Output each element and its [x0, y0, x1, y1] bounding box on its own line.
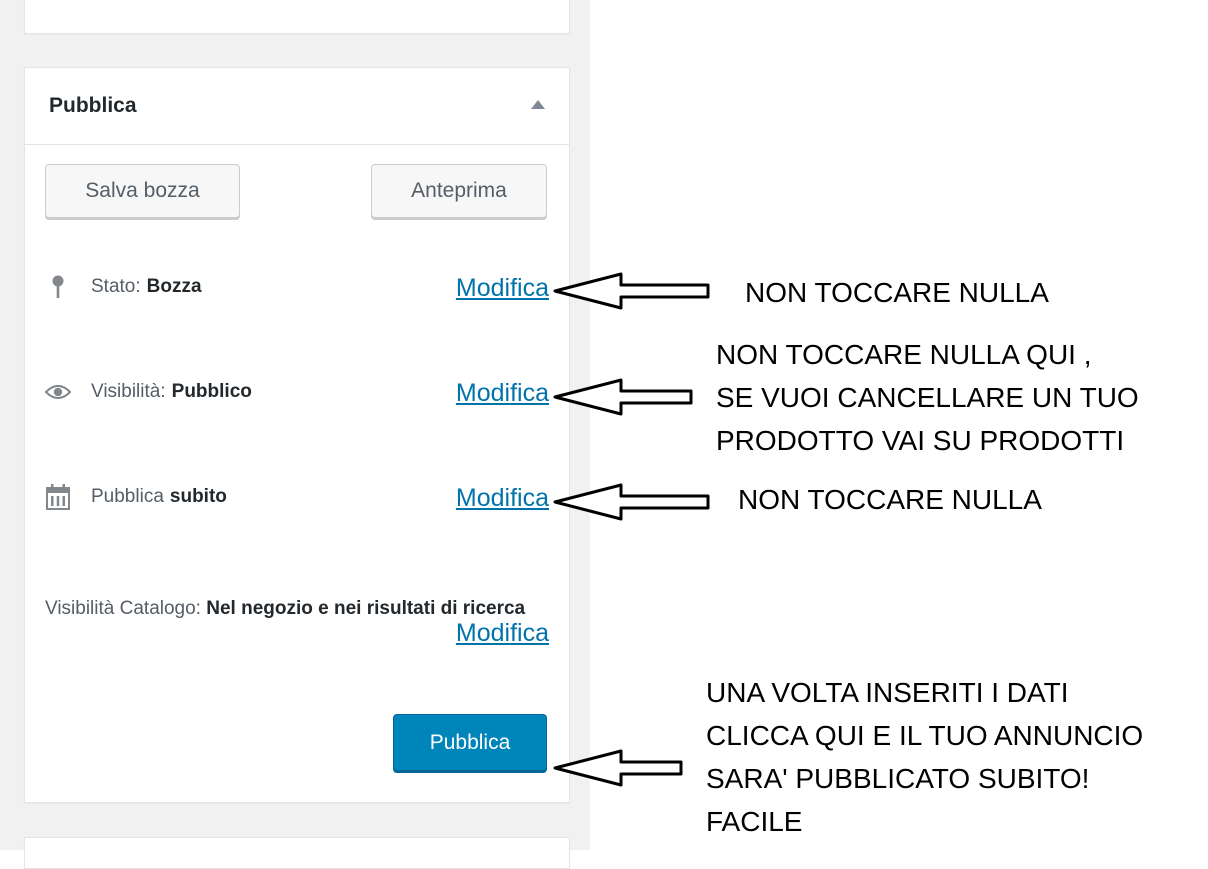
status-label: Stato: — [91, 276, 141, 297]
note-publish-line: UNA VOLTA INSERITI I DATI — [706, 677, 1069, 708]
visibility-row: Visibilità: Pubblico — [45, 379, 252, 405]
note-publish-line: SARA' PUBBLICATO SUBITO! — [706, 763, 1090, 794]
eye-icon — [45, 379, 71, 405]
note-schedule: NON TOCCARE NULLA — [738, 484, 1042, 515]
catalog-visibility-label: Visibilità Catalogo: — [45, 598, 201, 619]
status-row: Stato: Bozza — [45, 274, 202, 300]
next-metabox — [24, 837, 570, 869]
arrow-left-icon — [553, 272, 710, 310]
publish-metabox-header[interactable]: Pubblica — [25, 68, 569, 145]
previous-metabox — [24, 0, 570, 34]
note-publish-line: FACILE — [706, 806, 803, 837]
edit-schedule-link[interactable]: Modifica — [456, 484, 549, 513]
status-value: Bozza — [146, 276, 202, 297]
calendar-icon — [45, 484, 71, 510]
schedule-row: Pubblica subito — [45, 484, 227, 510]
save-draft-button[interactable]: Salva bozza — [45, 164, 240, 218]
collapse-arrow-icon[interactable] — [531, 100, 545, 109]
arrow-left-icon — [553, 749, 683, 787]
catalog-visibility-value: Nel negozio e nei risultati di ricerca — [206, 598, 526, 619]
visibility-label: Visibilità: — [91, 381, 166, 402]
edit-catalog-visibility-link[interactable]: Modifica — [456, 619, 549, 648]
pin-icon — [45, 274, 71, 300]
preview-button[interactable]: Anteprima — [371, 164, 547, 218]
note-status: NON TOCCARE NULLA — [745, 277, 1049, 308]
arrow-left-icon — [553, 483, 710, 521]
edit-status-link[interactable]: Modifica — [456, 274, 549, 303]
visibility-value: Pubblico — [171, 381, 252, 402]
publish-metabox: Pubblica Salva bozza Anteprima Stato: Bo… — [24, 67, 570, 803]
note-visibility-line: SE VUOI CANCELLARE UN TUO — [716, 382, 1139, 413]
note-visibility-line: PRODOTTO VAI SU PRODOTTI — [716, 425, 1125, 456]
publish-metabox-title: Pubblica — [49, 94, 137, 117]
schedule-label: Pubblica — [91, 486, 164, 507]
note-visibility: NON TOCCARE NULLA QUI , SE VUOI CANCELLA… — [716, 333, 1139, 462]
note-visibility-line: NON TOCCARE NULLA QUI , — [716, 339, 1092, 370]
note-publish-line: CLICCA QUI E IL TUO ANNUNCIO — [706, 720, 1144, 751]
arrow-left-icon — [553, 378, 693, 416]
publish-button[interactable]: Pubblica — [393, 714, 547, 771]
schedule-value: subito — [169, 486, 227, 507]
edit-visibility-link[interactable]: Modifica — [456, 379, 549, 408]
note-publish: UNA VOLTA INSERITI I DATI CLICCA QUI E I… — [706, 671, 1143, 843]
